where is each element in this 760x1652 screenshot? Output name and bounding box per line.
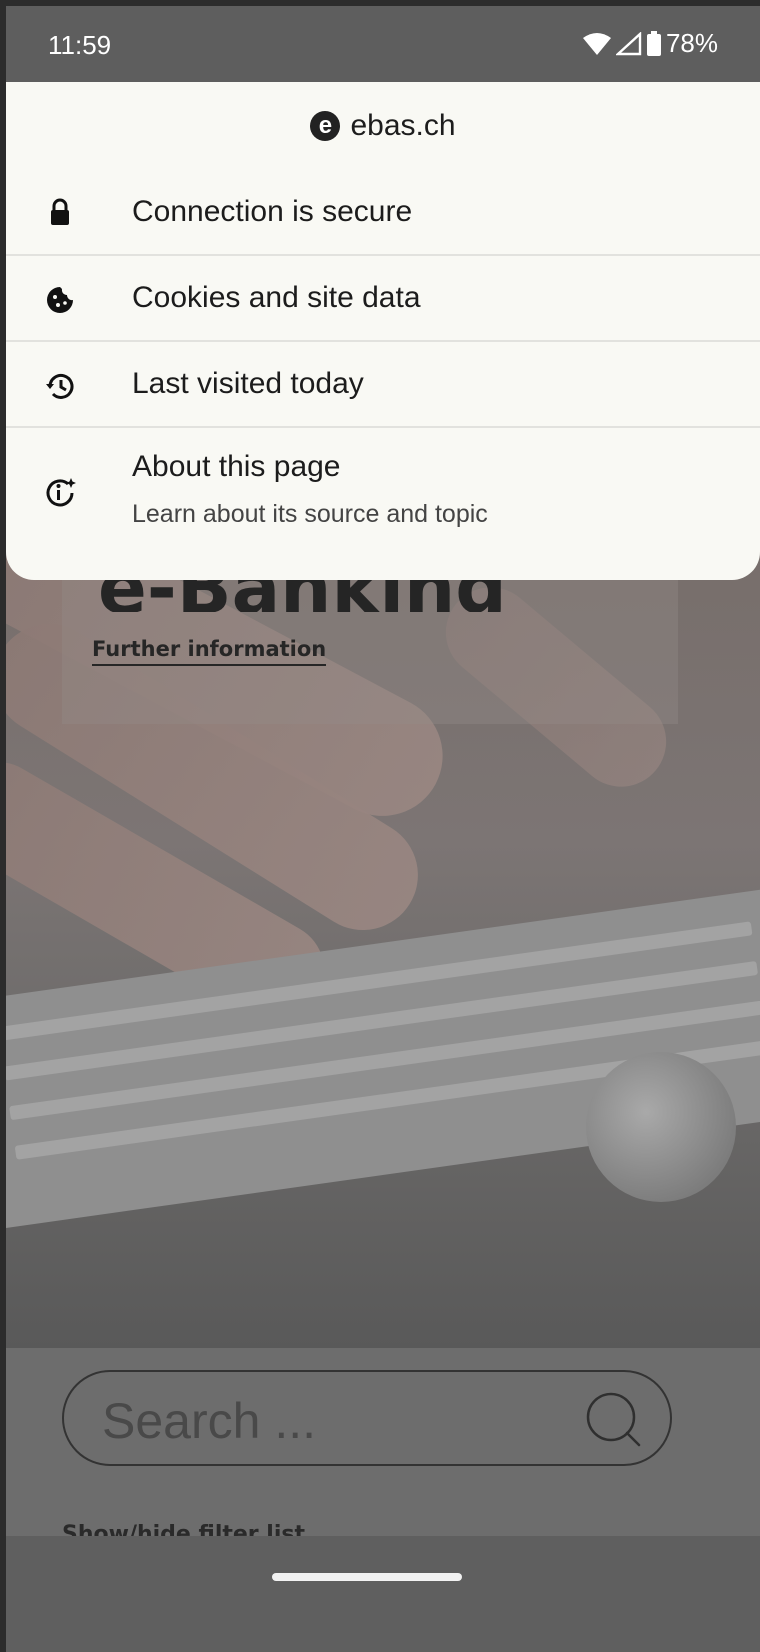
site-header: e ebas.ch bbox=[6, 82, 760, 170]
battery-icon bbox=[646, 30, 661, 56]
search-icon[interactable] bbox=[584, 1390, 644, 1450]
filter-toggle-link[interactable]: Show/hide filter list bbox=[62, 1522, 305, 1536]
search-placeholder: Search ... bbox=[102, 1393, 316, 1449]
connection-security-item[interactable]: Connection is secure bbox=[6, 168, 760, 254]
about-page-description: Learn about its source and topic bbox=[132, 500, 488, 528]
home-indicator[interactable] bbox=[272, 1573, 462, 1581]
history-label: Last visited today bbox=[132, 367, 364, 400]
navigation-bar bbox=[6, 1536, 760, 1652]
about-page-label: About this page bbox=[132, 450, 341, 483]
status-bar: 11:59 78% bbox=[6, 6, 760, 82]
site-name: ebas.ch bbox=[350, 109, 456, 142]
site-favicon-icon: e bbox=[310, 111, 341, 141]
cookie-icon bbox=[47, 287, 73, 313]
cookies-label: Cookies and site data bbox=[132, 281, 421, 314]
about-page-item[interactable]: About this page Learn about its source a… bbox=[6, 426, 760, 580]
wifi-icon bbox=[582, 32, 611, 55]
history-icon bbox=[46, 373, 74, 399]
info-sparkle-icon bbox=[46, 478, 76, 507]
signal-icon bbox=[615, 31, 642, 55]
screen: e-Banking Further information Search ...… bbox=[6, 6, 760, 1652]
connection-security-label: Connection is secure bbox=[132, 195, 413, 228]
page-info-sheet: e ebas.ch Connection is secure Cookies a… bbox=[6, 82, 760, 580]
status-time: 11:59 bbox=[48, 30, 112, 60]
further-information-link[interactable]: Further information bbox=[92, 637, 327, 666]
status-icons: 78% bbox=[582, 28, 718, 59]
lock-icon bbox=[51, 198, 69, 225]
history-item[interactable]: Last visited today bbox=[6, 340, 760, 428]
search-input[interactable]: Search ... bbox=[62, 1370, 672, 1466]
battery-percentage: 78% bbox=[665, 28, 718, 58]
cookies-item[interactable]: Cookies and site data bbox=[6, 254, 760, 342]
